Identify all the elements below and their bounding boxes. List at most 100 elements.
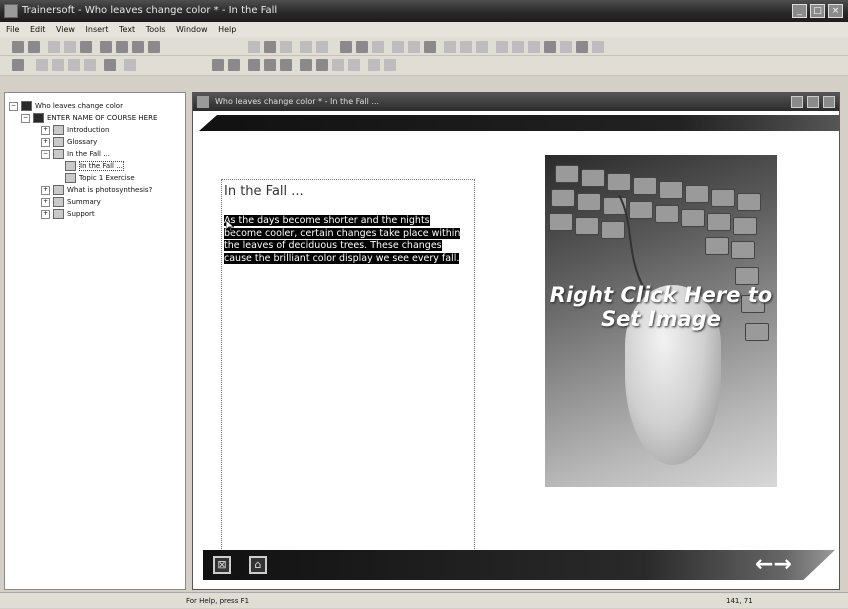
font-icon[interactable]	[212, 59, 224, 71]
bold-icon[interactable]	[248, 59, 260, 71]
object-icon[interactable]	[372, 41, 384, 53]
keyboard-key	[633, 177, 657, 195]
tree-item-topic-1-exercise[interactable]: Topic 1 Exercise	[65, 173, 135, 183]
record-icon[interactable]	[280, 41, 292, 53]
doc-maximize-button[interactable]	[807, 96, 819, 108]
movie-icon[interactable]	[528, 41, 540, 53]
minimize-button[interactable]: _	[792, 4, 807, 18]
collapse-icon[interactable]: −	[41, 149, 50, 159]
find-icon[interactable]	[356, 41, 368, 53]
page-heading[interactable]: In the Fall ...	[222, 184, 472, 199]
image-icon[interactable]: ⌂	[249, 556, 267, 574]
course-icon	[33, 113, 44, 123]
link-icon[interactable]	[512, 41, 524, 53]
exit-icon[interactable]: ⊠	[213, 556, 231, 574]
publish-icon[interactable]	[80, 41, 92, 53]
italic-icon[interactable]	[264, 59, 276, 71]
layout-icon[interactable]	[316, 41, 328, 53]
status-bar: For Help, press F1 141, 71	[0, 592, 848, 608]
keyboard-key	[731, 241, 755, 259]
tree-item-summary[interactable]: + Summary	[41, 197, 101, 207]
menu-view[interactable]: View	[56, 25, 75, 34]
body-text[interactable]: As the days become shorter and the night…	[224, 215, 470, 265]
doc-close-button[interactable]	[823, 96, 835, 108]
stop-icon[interactable]	[264, 41, 276, 53]
menu-file[interactable]: File	[6, 25, 19, 34]
menu-window[interactable]: Window	[176, 25, 208, 34]
app-icon[interactable]	[4, 4, 18, 18]
distribute-icon[interactable]	[84, 59, 96, 71]
expand-icon[interactable]: +	[41, 197, 50, 207]
grid-icon[interactable]	[300, 41, 312, 53]
list-icon[interactable]	[476, 41, 488, 53]
status-coordinates: 141, 71	[726, 597, 753, 605]
cut-icon[interactable]	[132, 41, 144, 53]
tree-item-course-name[interactable]: − ENTER NAME OF COURSE HERE	[21, 113, 157, 123]
copy-icon[interactable]	[100, 41, 112, 53]
menu-text[interactable]: Text	[119, 25, 135, 34]
doc-minimize-button[interactable]	[791, 96, 803, 108]
paste-icon[interactable]	[116, 41, 128, 53]
collapse-icon[interactable]: −	[21, 113, 30, 123]
page-header-band	[199, 115, 839, 131]
selected-text[interactable]: As the days become shorter and the night…	[224, 215, 461, 264]
button-tool-icon[interactable]	[496, 41, 508, 53]
align-grid-icon[interactable]	[12, 59, 24, 71]
page-icon	[65, 161, 76, 171]
align-left-icon[interactable]	[36, 59, 48, 71]
document-icon[interactable]	[197, 96, 209, 108]
text-box[interactable]: In the Fall ... As the days become short…	[221, 179, 475, 551]
save-icon[interactable]	[12, 41, 24, 53]
undo-icon[interactable]	[368, 59, 380, 71]
close-button[interactable]: ×	[828, 4, 843, 18]
preview-icon[interactable]	[48, 41, 60, 53]
format-icon[interactable]	[300, 59, 312, 71]
window-icon[interactable]	[392, 41, 404, 53]
frame-icon[interactable]	[408, 41, 420, 53]
underline-icon[interactable]	[280, 59, 292, 71]
chapter-icon	[53, 137, 64, 147]
tree-item-in-the-fall[interactable]: − In the Fall ...	[41, 149, 110, 159]
browse-icon[interactable]	[64, 41, 76, 53]
expand-icon[interactable]: +	[41, 185, 50, 195]
spacing-icon[interactable]	[124, 59, 136, 71]
color-icon[interactable]	[228, 59, 240, 71]
chapter-icon	[53, 209, 64, 219]
question-icon[interactable]	[576, 41, 588, 53]
menu-insert[interactable]: Insert	[86, 25, 109, 34]
align-center-icon[interactable]	[52, 59, 64, 71]
keyboard-key	[737, 193, 761, 211]
maximize-button[interactable]: □	[810, 4, 825, 18]
table-icon[interactable]	[460, 41, 472, 53]
exam-icon[interactable]	[560, 41, 572, 53]
paragraph-icon[interactable]	[316, 59, 328, 71]
paste-format-icon[interactable]	[348, 59, 360, 71]
copy-format-icon[interactable]	[332, 59, 344, 71]
sound-icon[interactable]	[544, 41, 556, 53]
redo-icon[interactable]	[384, 59, 396, 71]
save-all-icon[interactable]	[28, 41, 40, 53]
tree-item-glossary[interactable]: + Glossary	[41, 137, 97, 147]
tree-item-course-root[interactable]: − Who leaves change color	[9, 101, 123, 111]
circle-tool-icon[interactable]	[248, 41, 260, 53]
quiz-icon[interactable]	[592, 41, 604, 53]
menu-edit[interactable]: Edit	[30, 25, 46, 34]
expand-icon[interactable]: +	[41, 125, 50, 135]
size-icon[interactable]	[104, 59, 116, 71]
align-right-icon[interactable]	[68, 59, 80, 71]
tree-item-photosynthesis[interactable]: + What is photosynthesis?	[41, 185, 152, 195]
expand-icon[interactable]: +	[41, 137, 50, 147]
textbox-icon[interactable]	[444, 41, 456, 53]
marker-icon[interactable]	[340, 41, 352, 53]
collapse-icon[interactable]: −	[9, 101, 18, 111]
nav-arrows[interactable]: ←→	[755, 552, 811, 578]
image-tool-icon[interactable]	[424, 41, 436, 53]
image-placeholder[interactable]: Right Click Here to Set Image	[545, 155, 777, 487]
print-icon[interactable]	[148, 41, 160, 53]
menu-tools[interactable]: Tools	[146, 25, 166, 34]
expand-icon[interactable]: +	[41, 209, 50, 219]
menu-help[interactable]: Help	[218, 25, 236, 34]
tree-item-in-the-fall-page[interactable]: In the Fall ...	[65, 161, 124, 171]
tree-item-support[interactable]: + Support	[41, 209, 95, 219]
tree-item-introduction[interactable]: + Introduction	[41, 125, 109, 135]
